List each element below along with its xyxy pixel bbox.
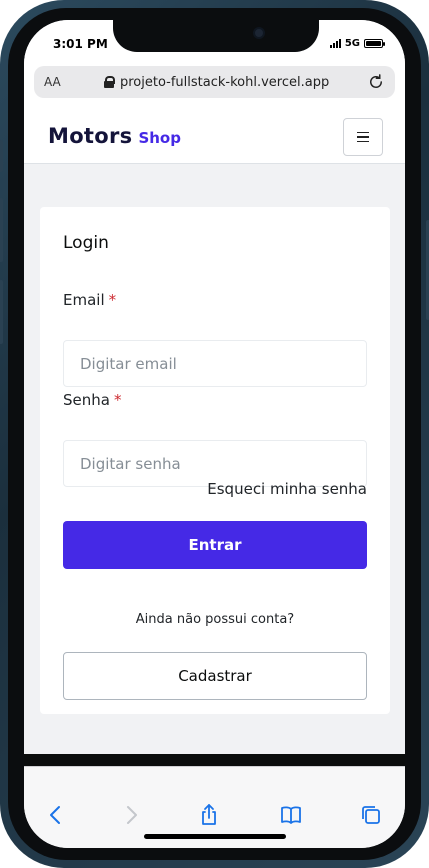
reload-icon[interactable] — [367, 73, 385, 91]
site-header: Motors Shop — [24, 108, 405, 164]
signal-icon — [329, 39, 341, 48]
email-label: Email * — [63, 291, 116, 309]
tabs-icon[interactable] — [359, 803, 383, 827]
mute-switch — [0, 140, 3, 172]
volume-up-button — [0, 198, 3, 262]
url-text[interactable]: projeto-fullstack-kohl.vercel.app — [120, 75, 367, 90]
no-account-text: Ainda não possui conta? — [135, 612, 295, 627]
hamburger-menu-button[interactable] — [343, 118, 383, 156]
volume-down-button — [0, 280, 3, 344]
forward-chevron-icon[interactable] — [119, 803, 143, 827]
brand-sub-text: Shop — [138, 129, 181, 147]
battery-icon — [364, 39, 385, 48]
back-chevron-icon[interactable] — [44, 803, 68, 827]
status-time: 3:01 PM — [53, 37, 108, 51]
login-card: Login Email* Senha* Esqueci minha senha … — [40, 207, 390, 714]
browser-address-area: AA projeto-fullstack-kohl.vercel.app — [24, 66, 405, 108]
home-indicator[interactable] — [144, 834, 286, 839]
register-button[interactable]: Cadastrar — [63, 652, 367, 700]
reader-settings-button[interactable]: AA — [44, 75, 74, 89]
email-field[interactable] — [63, 340, 367, 387]
phone-screen: 3:01 PM 5G AA projeto-fullstack-kohl.ver… — [24, 20, 405, 848]
brand-logo[interactable]: Motors Shop — [48, 124, 181, 148]
bookmarks-icon[interactable] — [279, 803, 303, 827]
password-label: Senha * — [63, 391, 121, 409]
email-label-text: Email — [63, 291, 105, 309]
forgot-password-link[interactable]: Esqueci minha senha — [207, 480, 367, 498]
notch — [113, 20, 319, 52]
network-type: 5G — [344, 38, 360, 49]
password-label-text: Senha — [63, 391, 110, 409]
hamburger-menu-icon — [357, 131, 369, 134]
status-indicators: 5G — [329, 38, 385, 49]
login-button[interactable]: Entrar — [63, 521, 367, 569]
share-icon[interactable] — [197, 803, 221, 827]
phone-frame: 3:01 PM 5G AA projeto-fullstack-kohl.ver… — [0, 0, 429, 868]
address-bar[interactable]: AA projeto-fullstack-kohl.vercel.app — [34, 66, 395, 98]
lock-icon — [104, 76, 115, 88]
login-title: Login — [63, 233, 109, 253]
required-mark: * — [108, 291, 117, 309]
camera-icon — [253, 27, 265, 39]
brand-main-text: Motors — [48, 124, 133, 148]
required-mark: * — [113, 391, 122, 409]
